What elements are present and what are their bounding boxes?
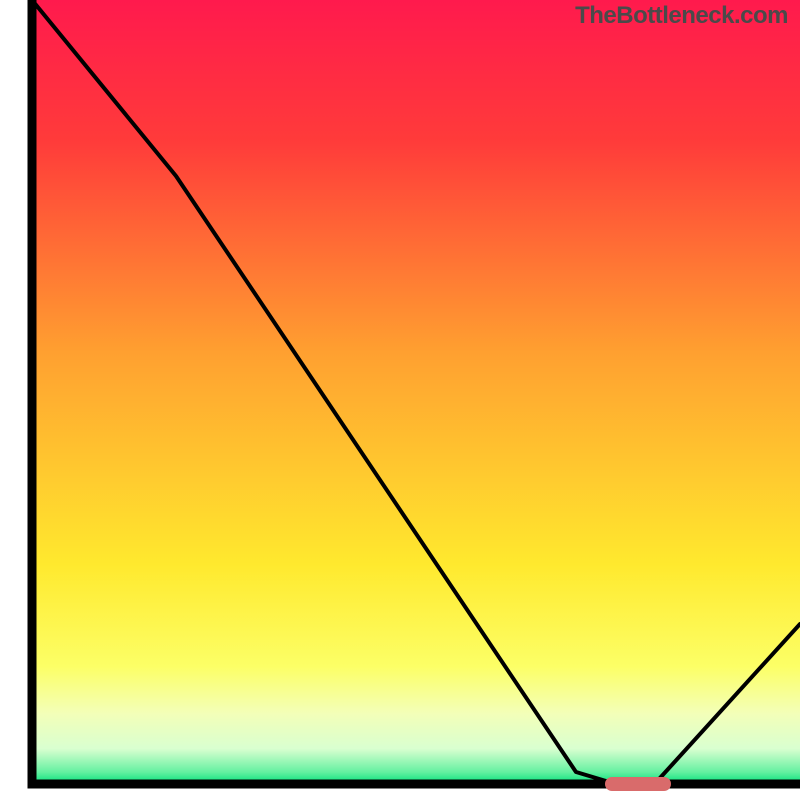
gradient-fill bbox=[32, 0, 800, 784]
chart-svg bbox=[0, 0, 800, 800]
bottleneck-chart: TheBottleneck.com bbox=[0, 0, 800, 800]
watermark-text: TheBottleneck.com bbox=[575, 2, 788, 30]
